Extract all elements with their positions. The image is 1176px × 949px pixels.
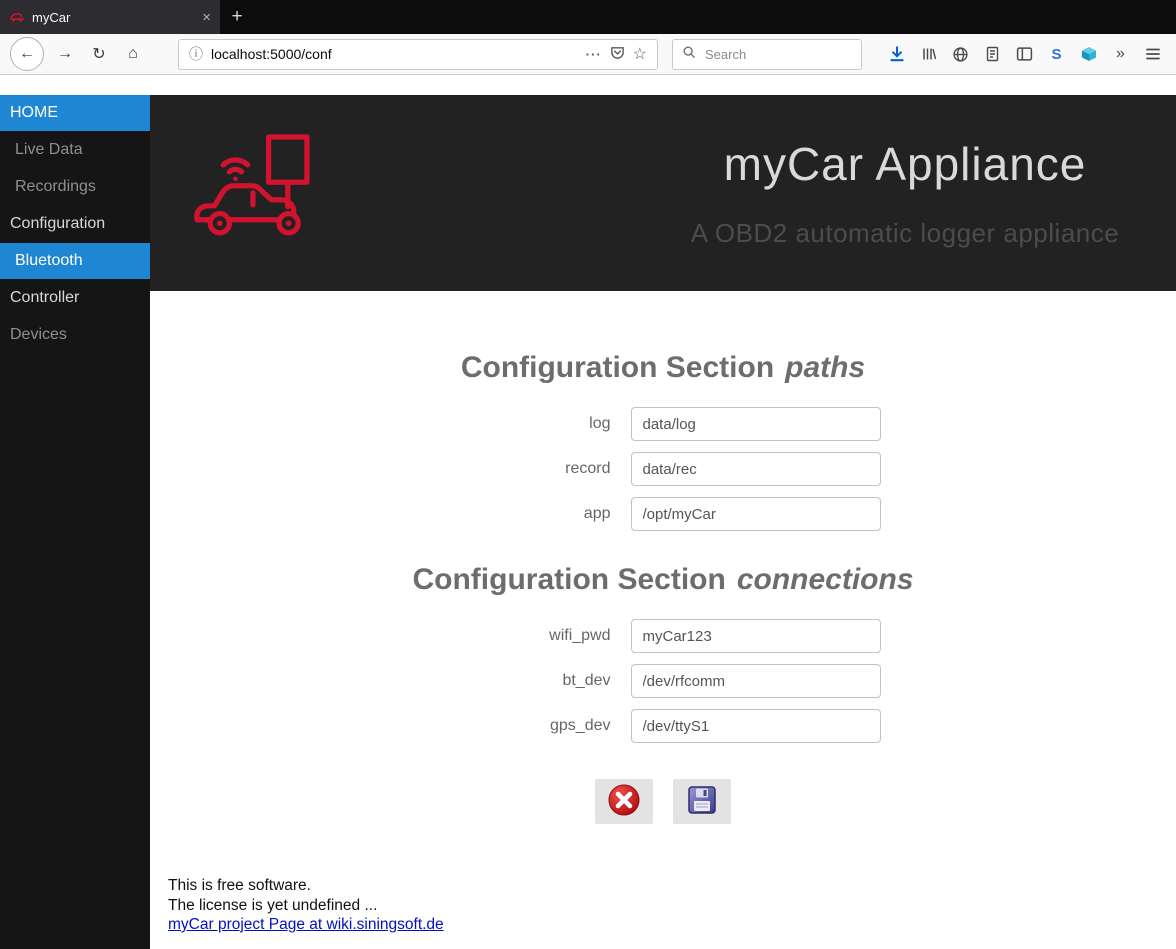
browser-tab[interactable]: myCar ×	[0, 0, 220, 34]
form-row: log	[150, 407, 1176, 441]
configuration-content: Configuration Section paths log record ap…	[150, 291, 1176, 949]
project-page-link[interactable]: myCar project Page at wiki.siningsoft.de	[168, 916, 444, 933]
sidebar-item-devices[interactable]: Devices	[0, 317, 150, 353]
form-row: record	[150, 452, 1176, 486]
log-label: log	[446, 415, 631, 433]
sidebar-item-bluetooth[interactable]: Bluetooth	[0, 243, 150, 279]
section-heading-emphasis: connections	[737, 563, 914, 596]
sidebar-toggle-icon[interactable]	[1011, 41, 1038, 68]
menu-hamburger-icon[interactable]	[1139, 41, 1166, 68]
footer-line-2: The license is yet undefined ...	[168, 896, 1176, 916]
pocket-icon[interactable]	[610, 45, 625, 63]
bookmark-star-icon[interactable]: ☆	[633, 44, 647, 64]
new-tab-button[interactable]: +	[220, 0, 254, 34]
car-logo-icon	[184, 130, 334, 257]
section-heading-text: Configuration Section	[412, 563, 725, 596]
section-heading-emphasis: paths	[785, 351, 865, 384]
reload-button[interactable]: ↻	[84, 39, 114, 69]
s-extension-icon[interactable]: S	[1043, 41, 1070, 68]
form-row: gps_dev	[150, 709, 1176, 743]
sidebar-item-controller[interactable]: Controller	[0, 280, 150, 316]
form-row: wifi_pwd	[150, 619, 1176, 653]
section-heading-paths: Configuration Section paths	[150, 351, 1176, 385]
forward-button[interactable]: →	[50, 39, 80, 69]
downloads-icon[interactable]	[883, 41, 910, 68]
app-label: app	[446, 505, 631, 523]
favicon-car-icon	[9, 8, 25, 27]
cancel-x-icon	[607, 783, 641, 820]
gps-device-input[interactable]	[631, 709, 881, 743]
tab-bar: myCar × +	[0, 0, 1176, 34]
section-heading-connections: Configuration Section connections	[150, 563, 1176, 597]
sidebar-item-configuration[interactable]: Configuration	[0, 206, 150, 242]
page-footer: This is free software. The license is ye…	[168, 876, 1176, 935]
sidebar-item-home[interactable]: HOME	[0, 95, 150, 131]
globe-icon[interactable]	[947, 41, 974, 68]
tab-close-icon[interactable]: ×	[202, 9, 211, 26]
cube-extension-icon[interactable]	[1075, 41, 1102, 68]
wifi-password-input[interactable]	[631, 619, 881, 653]
notes-icon[interactable]	[979, 41, 1006, 68]
sidebar: HOME Live Data Recordings Configuration …	[0, 95, 150, 949]
home-button[interactable]: ⌂	[118, 39, 148, 69]
record-path-input[interactable]	[631, 452, 881, 486]
main-area: myCar Appliance A OBD2 automatic logger …	[150, 95, 1176, 949]
back-button[interactable]: ←	[10, 37, 44, 71]
cancel-button[interactable]	[595, 779, 653, 824]
search-input[interactable]	[703, 46, 852, 63]
browser-chrome: myCar × + ← → ↻ ⌂ ⓘ localhost:5000/conf …	[0, 0, 1176, 75]
save-button[interactable]	[673, 779, 731, 824]
page-subtitle: A OBD2 automatic logger appliance	[634, 218, 1176, 249]
url-text[interactable]: localhost:5000/conf	[211, 46, 332, 62]
site-info-icon[interactable]: ⓘ	[189, 44, 203, 64]
record-label: record	[446, 460, 631, 478]
section-heading-text: Configuration Section	[461, 351, 774, 384]
page-title: myCar Appliance	[634, 137, 1176, 191]
sidebar-item-recordings[interactable]: Recordings	[0, 169, 150, 205]
search-icon	[682, 45, 696, 64]
navigation-toolbar: ← → ↻ ⌂ ⓘ localhost:5000/conf ··· ☆	[0, 34, 1176, 75]
footer-line-1: This is free software.	[168, 876, 1176, 896]
page-body: HOME Live Data Recordings Configuration …	[0, 75, 1176, 949]
app-path-input[interactable]	[631, 497, 881, 531]
toolbar-extensions: S »	[883, 41, 1166, 68]
url-bar[interactable]: ⓘ localhost:5000/conf ··· ☆	[178, 39, 658, 70]
form-row: bt_dev	[150, 664, 1176, 698]
library-icon[interactable]	[915, 41, 942, 68]
log-path-input[interactable]	[631, 407, 881, 441]
bt-dev-label: bt_dev	[446, 672, 631, 690]
form-actions	[150, 779, 1176, 824]
overflow-chevrons-icon[interactable]: »	[1107, 41, 1134, 68]
search-bar[interactable]	[672, 39, 862, 70]
page-actions-icon[interactable]: ···	[586, 47, 602, 62]
bt-device-input[interactable]	[631, 664, 881, 698]
page-header: myCar Appliance A OBD2 automatic logger …	[150, 95, 1176, 291]
form-row: app	[150, 497, 1176, 531]
header-text: myCar Appliance A OBD2 automatic logger …	[334, 137, 1176, 249]
gps-dev-label: gps_dev	[446, 717, 631, 735]
tab-title: myCar	[32, 10, 195, 25]
sidebar-item-live-data[interactable]: Live Data	[0, 132, 150, 168]
wifi-pwd-label: wifi_pwd	[446, 627, 631, 645]
floppy-disk-icon	[687, 785, 717, 818]
